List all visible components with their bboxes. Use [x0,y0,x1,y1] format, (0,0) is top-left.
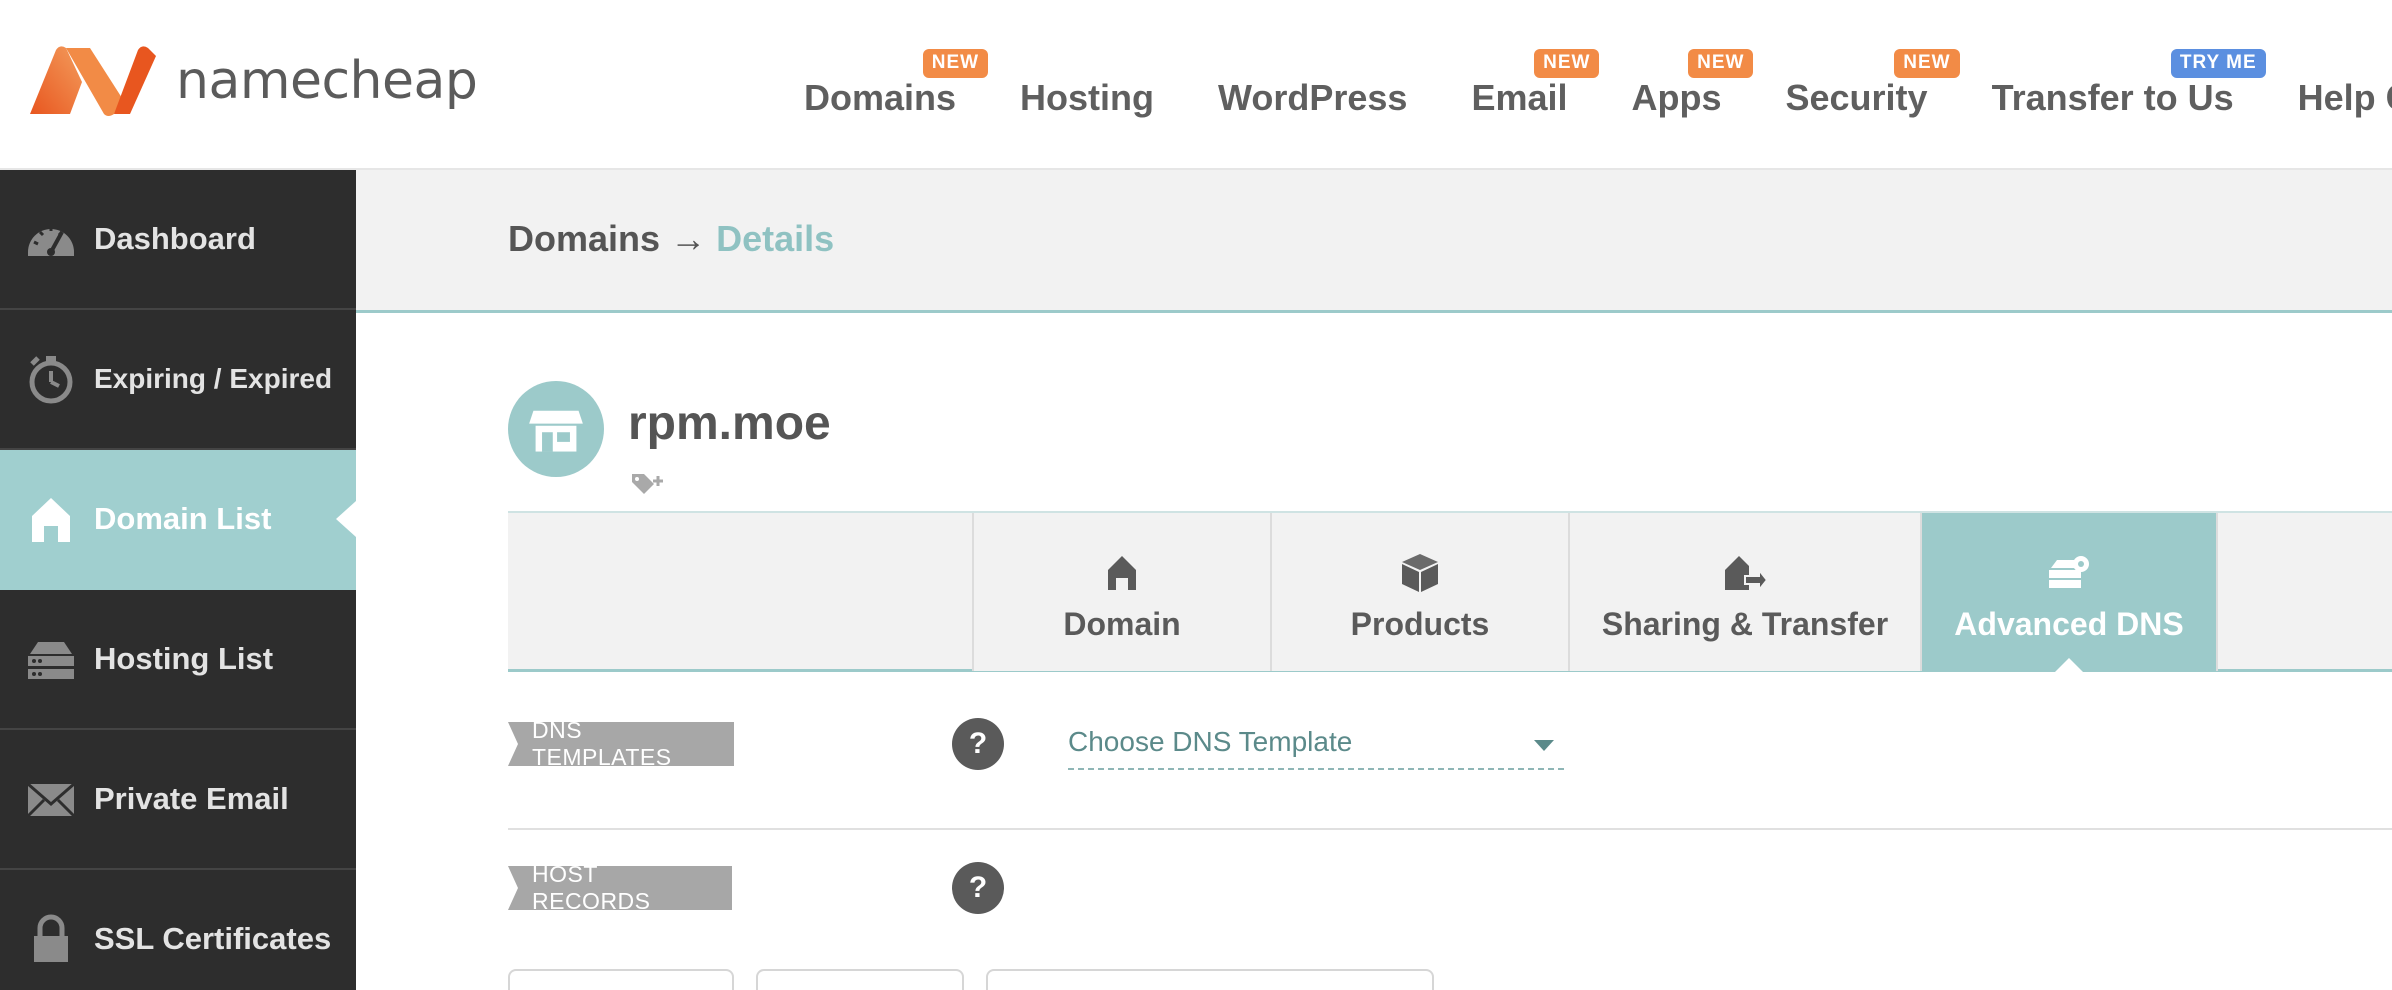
nav-transfer-label: Transfer to Us [1991,77,2234,118]
section-divider [508,828,2392,830]
host-records-label: HOST RECORDS [508,861,732,914]
stopwatch-icon [29,356,73,404]
sidebar-item-ssl-certificates[interactable]: SSL Certificates [0,870,356,990]
sidebar-item-dashboard[interactable]: Dashboard [0,170,356,310]
server-icon [28,642,74,679]
lock-icon [34,914,68,962]
nav-help-center[interactable]: Help Ce [2298,51,2392,119]
add-tag-icon[interactable] [630,470,666,503]
main-nav: Domains NEW Hosting WordPress Email NEW … [804,0,2392,170]
help-glyph: ? [968,871,988,904]
nav-domains[interactable]: Domains NEW [804,49,989,119]
brand-name: namecheap [176,51,478,111]
storefront-icon [529,410,583,452]
sidebar-item-private-email[interactable]: Private Email [0,730,356,870]
tab-label: Sharing & Transfer [1601,605,1889,642]
dns-templates-label: DNS TEMPLATES [508,717,734,770]
sidebar-item-label: Private Email [94,781,289,816]
tab-products[interactable]: Products [1270,513,1568,671]
nav-security[interactable]: Security NEW [1785,49,1960,119]
nav-hosting-label: Hosting [1020,77,1155,118]
nav-security-label: Security [1785,77,1928,118]
domain-avatar [508,381,604,477]
breadcrumb-current: Details [716,218,835,259]
house-arrow-icon [1725,555,1767,593]
nav-domains-label: Domains [804,77,957,118]
sidebar-item-domain-list[interactable]: Domain List [0,450,356,590]
nav-transfer-badge: TRY ME [2170,49,2266,78]
sidebar-item-label: Expiring / Expired [94,363,333,394]
host-records-help-icon[interactable]: ? [952,862,1004,914]
tab-divider [2216,513,2218,671]
envelope-icon [26,782,76,818]
help-glyph: ? [968,727,988,760]
dns-templates-label-text: DNS TEMPLATES [532,717,672,770]
host-records-label-text: HOST RECORDS [532,861,651,914]
sidebar-item-label: Domain List [94,501,272,536]
server-gear-icon [2049,555,2089,588]
sidebar: Dashboard Expiring / Expired Domain List… [0,170,356,990]
sidebar-item-expiring[interactable]: Expiring / Expired [0,310,356,450]
top-header: namecheap Domains NEW Hosting WordPress … [0,0,2392,170]
house-icon [1108,555,1136,590]
nav-email-badge: NEW [1534,49,1600,78]
nav-help-label: Help Ce [2297,77,2392,118]
speedometer-icon [28,227,74,256]
nav-wordpress[interactable]: WordPress [1218,51,1407,119]
tab-sharing-transfer[interactable]: Sharing & Transfer [1568,513,1920,671]
nav-transfer[interactable]: Transfer to Us TRY ME [1991,49,2266,119]
tab-label: Domain [1063,605,1181,642]
nav-wordpress-label: WordPress [1218,77,1408,118]
nav-apps[interactable]: Apps NEW [1631,49,1754,119]
dns-template-select-value: Choose DNS Template [1068,726,1353,757]
sidebar-item-label: Hosting List [94,641,274,676]
dns-templates-help-icon[interactable]: ? [952,718,1004,770]
domain-tabs: Domain Products Sharing & Transfer Advan… [508,511,2392,674]
sidebar-item-label: Dashboard [94,221,256,256]
breadcrumb-bar: Domains → Details [356,170,2392,313]
tab-label: Advanced DNS [1954,605,2184,642]
tab-label: Products [1350,605,1490,642]
nav-apps-label: Apps [1631,77,1722,118]
breadcrumb-parent[interactable]: Domains [508,218,660,259]
host-records-search-input[interactable] [986,969,1434,990]
nav-email-label: Email [1471,77,1568,118]
house-icon [32,498,70,542]
nav-email[interactable]: Email NEW [1471,49,1600,119]
nav-security-badge: NEW [1894,49,1960,78]
domain-name: rpm.moe [628,397,831,450]
breadcrumb-separator: → [670,218,707,259]
nav-hosting[interactable]: Hosting [1020,51,1154,119]
tab-domain[interactable]: Domain [972,513,1270,671]
sidebar-item-hosting-list[interactable]: Hosting List [0,590,356,730]
breadcrumb: Domains → Details [508,218,834,260]
nav-apps-badge: NEW [1688,49,1754,78]
host-records-action-button[interactable] [508,969,734,990]
tab-advanced-dns[interactable]: Advanced DNS [1920,513,2216,674]
nav-domains-badge: NEW [922,49,989,78]
namecheap-logo-icon [30,46,156,116]
namecheap-logo[interactable]: namecheap [26,42,478,120]
dns-template-select[interactable]: Choose DNS Template [1068,722,1564,770]
chevron-down-icon [1534,740,1554,751]
box-icon [1402,553,1438,592]
host-records-action-button[interactable] [756,969,964,990]
sidebar-item-label: SSL Certificates [94,921,332,956]
